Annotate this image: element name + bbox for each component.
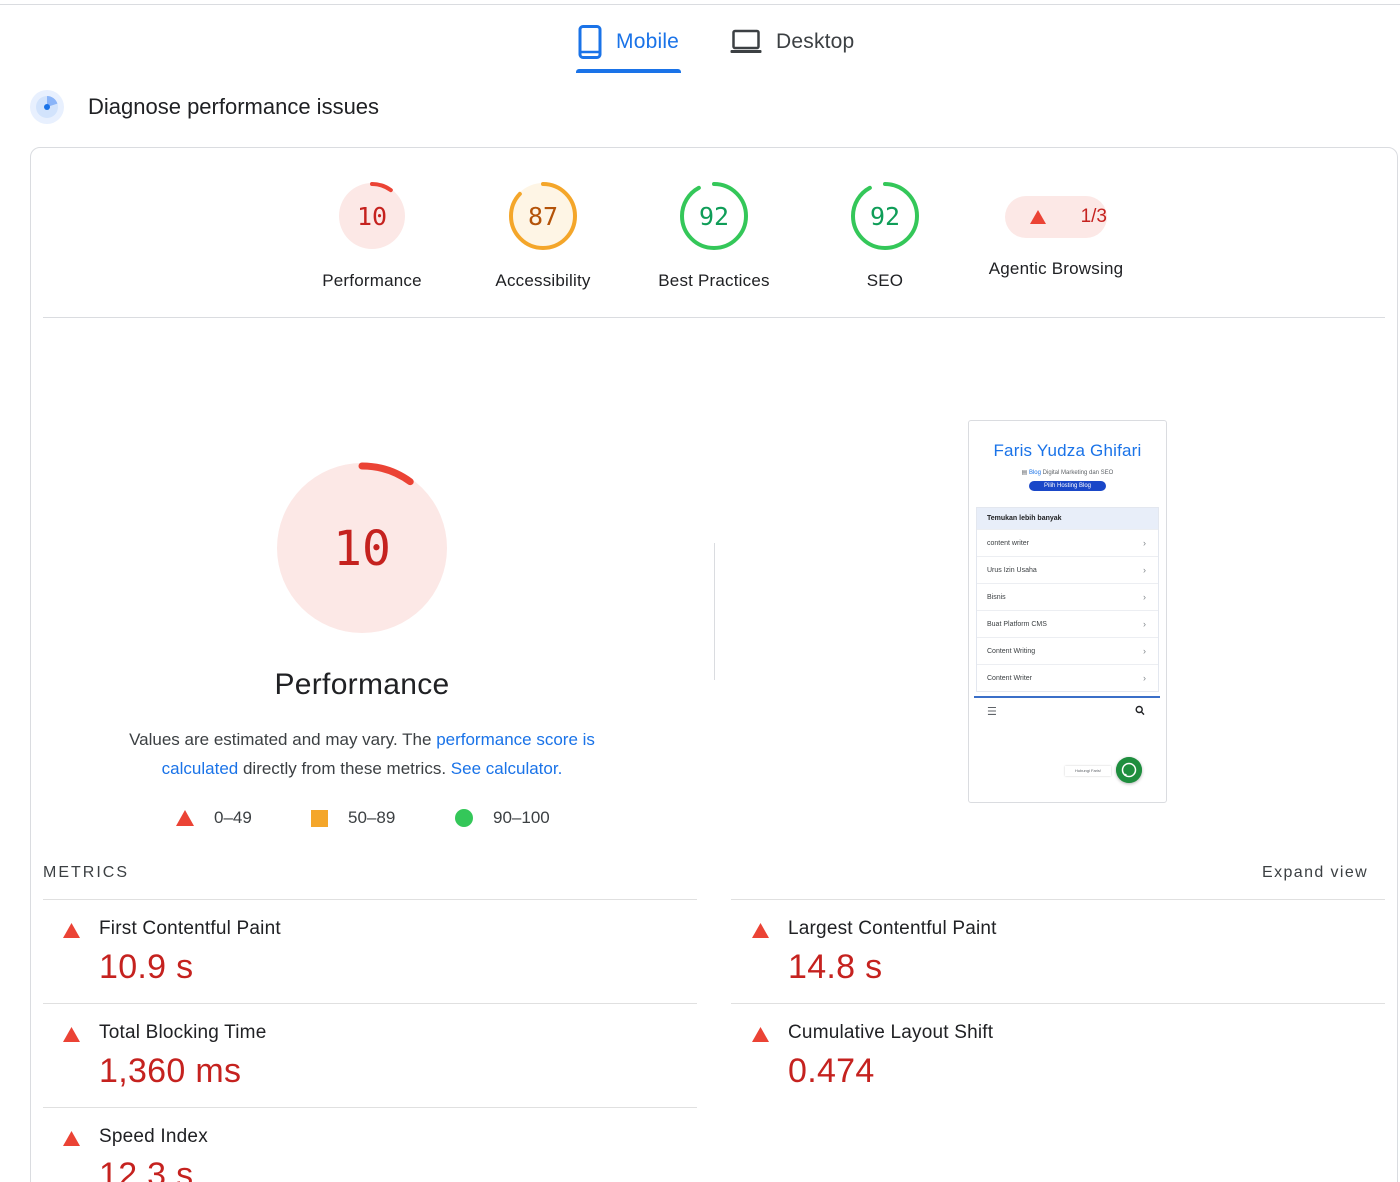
agentic-badge: 1/3: [1005, 196, 1107, 238]
fail-triangle-icon: [63, 1027, 80, 1042]
legend-pass: 90–100: [455, 808, 550, 828]
phone-icon: [578, 25, 602, 59]
fail-triangle-icon: [1029, 210, 1046, 224]
score-agentic-browsing[interactable]: 1/3 Agentic Browsing: [971, 181, 1141, 279]
list-item: content writer ›: [977, 529, 1158, 556]
metric-value: 14.8 s: [788, 948, 883, 986]
metrics-divider: [43, 1003, 697, 1004]
pass-circle-icon: [455, 809, 473, 827]
vertical-divider: [714, 543, 715, 680]
list-item: Content Writing ›: [977, 637, 1158, 664]
see-calculator-link[interactable]: See calculator.: [451, 759, 563, 778]
performance-note: Values are estimated and may vary. The p…: [100, 725, 624, 783]
screenshot-contact-label: Hubungi Faris!: [1065, 766, 1111, 776]
performance-big-gauge: 10: [276, 462, 448, 634]
laptop-icon: [730, 29, 762, 53]
gauge-performance: 10: [338, 182, 406, 250]
gauge-best-practices: 92: [680, 182, 748, 250]
screenshot-nav-bar: [974, 696, 1160, 698]
score-accessibility[interactable]: 87 Accessibility: [458, 181, 628, 291]
agentic-label: Agentic Browsing: [988, 259, 1124, 278]
screenshot-pill: Pilih Hosting Blog: [1029, 481, 1106, 491]
chevron-right-icon: ›: [1143, 538, 1146, 548]
metric-value: 10.9 s: [99, 948, 194, 986]
metric-name: Cumulative Layout Shift: [788, 1022, 994, 1043]
section-title: Diagnose performance issues: [88, 94, 380, 119]
metric-value: 0.474: [788, 1052, 875, 1090]
metrics-divider: [731, 1003, 1385, 1004]
metric-name: Total Blocking Time: [99, 1022, 267, 1043]
legend-average-range: 50–89: [348, 808, 396, 827]
tab-mobile-label: Mobile: [616, 30, 680, 53]
gauge-performance-value: 10: [357, 202, 387, 231]
expand-view-toggle[interactable]: Expand view: [1262, 864, 1368, 882]
score-best-practices[interactable]: 92 Best Practices: [629, 181, 799, 291]
fail-triangle-icon: [63, 923, 80, 938]
agentic-value: 1/3: [1080, 206, 1107, 227]
metric-name: Speed Index: [99, 1126, 208, 1147]
scores-divider: [43, 317, 1385, 318]
radar-icon: [30, 90, 64, 124]
gauge-accessibility-label: Accessibility: [495, 271, 591, 290]
screenshot-subtitle: ▤ Blog Digital Marketing dan SEO: [1021, 470, 1114, 476]
tab-desktop[interactable]: Desktop: [730, 22, 854, 62]
gauge-seo-label: SEO: [866, 271, 904, 290]
metric-name: Largest Contentful Paint: [788, 918, 997, 939]
chevron-right-icon: ›: [1143, 646, 1146, 656]
page-screenshot[interactable]: Faris Yudza Ghifari ▤ Blog Digital Marke…: [968, 420, 1167, 803]
performance-big-value: 10: [333, 521, 391, 577]
search-icon: [1135, 705, 1145, 716]
chevron-right-icon: ›: [1143, 565, 1146, 575]
gauge-performance-label: Performance: [322, 271, 422, 290]
legend-average: 50–89: [311, 808, 395, 828]
list-item: Urus Izin Usaha ›: [977, 556, 1158, 583]
screenshot-list: Temukan lebih banyak content writer › Uru…: [976, 507, 1159, 692]
tab-desktop-label: Desktop: [776, 30, 855, 53]
legend-fail: 0–49: [176, 808, 252, 828]
fail-triangle-icon: [176, 810, 194, 826]
tab-mobile[interactable]: Mobile: [578, 22, 679, 62]
chevron-right-icon: ›: [1143, 619, 1146, 629]
metric-value: 12.3 s: [99, 1156, 194, 1182]
screenshot-list-header: Temukan lebih banyak: [977, 508, 1158, 529]
active-tab-indicator: [576, 69, 681, 73]
fail-triangle-icon: [752, 923, 769, 938]
hamburger-menu-icon: ☰: [987, 706, 997, 718]
list-item: Bisnis ›: [977, 583, 1158, 610]
list-item: Buat Platform CMS ›: [977, 610, 1158, 637]
chevron-right-icon: ›: [1143, 592, 1146, 602]
gauge-accessibility-value: 87: [528, 202, 558, 231]
average-square-icon: [311, 809, 328, 827]
metrics-heading: METRICS: [43, 864, 129, 881]
gauge-best-practices-value: 92: [699, 202, 729, 231]
metrics-divider: [43, 899, 697, 900]
screenshot-site-title: Faris Yudza Ghifari: [993, 441, 1142, 460]
metric-value: 1,360 ms: [99, 1052, 242, 1090]
note-prefix: Values are estimated and may vary. The: [129, 730, 437, 749]
list-item: Content Writer ›: [977, 664, 1158, 691]
legend-fail-range: 0–49: [214, 808, 252, 827]
gauge-seo: 92: [851, 182, 919, 250]
gauge-best-practices-label: Best Practices: [658, 271, 770, 290]
legend-pass-range: 90–100: [493, 808, 550, 827]
gauge-accessibility: 87: [509, 182, 577, 250]
gauge-seo-value: 92: [870, 202, 900, 231]
fail-triangle-icon: [63, 1131, 80, 1146]
score-seo[interactable]: 92 SEO: [800, 181, 970, 291]
metrics-divider: [43, 1107, 697, 1108]
performance-title: Performance: [274, 668, 450, 701]
metrics-divider: [731, 899, 1385, 900]
metric-name: First Contentful Paint: [99, 918, 281, 939]
fail-triangle-icon: [752, 1027, 769, 1042]
screenshot-subtitle-rest: Digital Marketing dan SEO: [1040, 470, 1114, 476]
screenshot-subtitle-link: Blog: [1028, 470, 1041, 476]
note-middle: directly from these metrics.: [238, 759, 451, 778]
score-performance[interactable]: 10 Performance: [287, 181, 457, 291]
top-divider: [0, 4, 1400, 5]
chevron-right-icon: ›: [1143, 673, 1146, 683]
whatsapp-icon: [1116, 757, 1142, 783]
